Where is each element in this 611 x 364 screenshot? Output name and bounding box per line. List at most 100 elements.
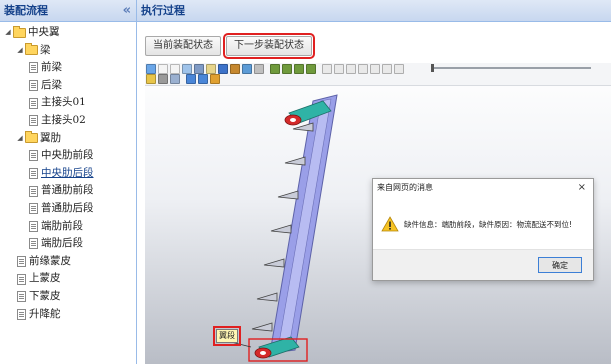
document-icon [29, 185, 38, 197]
rib-2 [284, 156, 306, 166]
dialog-message: 缺件信息：端肋前段，缺件原因：物流配送不到位! [404, 219, 573, 229]
document-icon [29, 80, 38, 92]
tree-item[interactable]: ◢ 翼肋 [0, 130, 136, 148]
home-icon[interactable] [146, 64, 156, 74]
tree-item[interactable]: 前梁 [0, 59, 136, 77]
tree-item[interactable]: 普通肋后段 [0, 200, 136, 218]
tree-item[interactable]: 升降舵 [0, 306, 136, 324]
viewer-toolbar [145, 63, 611, 86]
tree-item-label: 梁 [40, 43, 51, 56]
document-icon [17, 308, 26, 320]
tree-item[interactable]: 上蒙皮 [0, 270, 136, 288]
expand-toggle-icon[interactable]: ◢ [16, 130, 24, 148]
undo-icon[interactable] [158, 64, 168, 74]
dialog-close-icon[interactable]: × [578, 179, 586, 197]
measure-icon[interactable] [230, 64, 240, 74]
tree-item[interactable]: 后梁 [0, 77, 136, 95]
document-icon [29, 115, 38, 127]
tree-item-label: 前缘蒙皮 [29, 254, 71, 267]
material-icon[interactable] [170, 74, 180, 84]
model-callout-label: 翼段 [213, 326, 241, 346]
view-iso-icon[interactable] [306, 64, 316, 74]
view-front-icon[interactable] [270, 64, 280, 74]
folder-icon [13, 25, 26, 38]
pause-icon[interactable] [370, 64, 380, 74]
tree-item[interactable]: ◢ 梁 [0, 42, 136, 60]
view-side-icon[interactable] [294, 64, 304, 74]
display-icon[interactable] [194, 64, 204, 74]
animation-slider-thumb[interactable] [431, 64, 434, 72]
document-icon [17, 273, 26, 285]
document-icon [29, 168, 38, 180]
view-top-icon[interactable] [282, 64, 292, 74]
tree-item-label: 端肋后段 [41, 237, 83, 250]
tree-item[interactable]: 端肋后段 [0, 235, 136, 253]
tree-item[interactable]: 中央肋前段 [0, 147, 136, 165]
animation-slider[interactable] [431, 64, 591, 72]
tree-item[interactable]: ◢ 中央翼 [0, 24, 136, 42]
expand-toggle-icon[interactable]: ◢ [4, 24, 12, 42]
rib-3 [277, 190, 299, 200]
info-icon[interactable] [218, 64, 228, 74]
tree-item[interactable]: 主接头02 [0, 112, 136, 130]
next-frame-icon[interactable] [358, 64, 368, 74]
assembly-flow-panel: 装配流程 « ◢ 中央翼 ◢ 梁前梁 后梁 主接头01 主接头02 ◢ 翼肋 中央肋前段 中央肋后段… [0, 0, 137, 364]
expand-toggle-icon[interactable]: ◢ [16, 42, 24, 60]
execution-title: 执行过程 [141, 4, 185, 17]
viewer-toolbar-row-1 [146, 64, 406, 74]
explode-icon[interactable] [254, 64, 264, 74]
folder-icon [25, 131, 38, 144]
tree-item-label: 中央肋后段 [41, 166, 94, 179]
edit-icon[interactable] [210, 74, 220, 84]
tree-item[interactable]: 前缘蒙皮 [0, 253, 136, 271]
document-icon [29, 238, 38, 250]
execution-header: 执行过程 [137, 0, 611, 22]
dialog-title-bar: 来自网页的消息 × [373, 179, 593, 197]
redo-icon[interactable] [170, 64, 180, 74]
tree-item[interactable]: 端肋前段 [0, 218, 136, 236]
tree-item[interactable]: 下蒙皮 [0, 288, 136, 306]
rotate-icon[interactable] [198, 74, 208, 84]
dialog-body: 缺件信息：端肋前段，缺件原因：物流配送不到位! [381, 216, 572, 232]
move-icon[interactable] [186, 74, 196, 84]
wing-spar-inner [277, 98, 332, 350]
tree-item-label: 端肋前段 [41, 219, 83, 232]
top-fitting-hole [290, 118, 296, 122]
ok-button[interactable]: 确定 [538, 257, 582, 273]
folder-icon [25, 43, 38, 56]
assembly-flow-header: 装配流程 « [0, 0, 136, 22]
stop-icon[interactable] [382, 64, 392, 74]
tree-item-label: 主接头02 [41, 113, 86, 126]
current-state-button[interactable]: 当前装配状态 [145, 36, 221, 56]
document-icon [29, 97, 38, 109]
dialog-footer: 确定 [373, 249, 593, 280]
document-icon [17, 291, 26, 303]
camera-icon[interactable] [158, 74, 168, 84]
grid-icon[interactable] [182, 64, 192, 74]
tree-item-label: 普通肋前段 [41, 184, 94, 197]
loop-icon[interactable] [394, 64, 404, 74]
rib-6 [256, 292, 278, 302]
tree-item-label: 普通肋后段 [41, 201, 94, 214]
document-icon [17, 256, 26, 268]
tree-item[interactable]: 普通肋前段 [0, 182, 136, 200]
tree-item[interactable]: 主接头01 [0, 94, 136, 112]
prev-frame-icon[interactable] [334, 64, 344, 74]
tree-item[interactable]: 中央肋后段 [0, 165, 136, 183]
rib-4 [270, 224, 292, 234]
tree-item-label: 上蒙皮 [29, 272, 61, 285]
render-icon[interactable] [206, 64, 216, 74]
document-icon [29, 150, 38, 162]
tree-item-label: 后梁 [41, 78, 62, 91]
assembly-flow-title: 装配流程 [4, 4, 48, 17]
next-state-button[interactable]: 下一步装配状态 [223, 33, 315, 59]
document-icon [29, 203, 38, 215]
tree-item-label: 前梁 [41, 61, 62, 74]
section-icon[interactable] [242, 64, 252, 74]
first-frame-icon[interactable] [322, 64, 332, 74]
rib-7 [251, 322, 273, 332]
play-icon[interactable] [346, 64, 356, 74]
viewer-toolbar-row-2 [146, 74, 222, 84]
collapse-panel-button[interactable]: « [123, 0, 131, 21]
light-icon[interactable] [146, 74, 156, 84]
